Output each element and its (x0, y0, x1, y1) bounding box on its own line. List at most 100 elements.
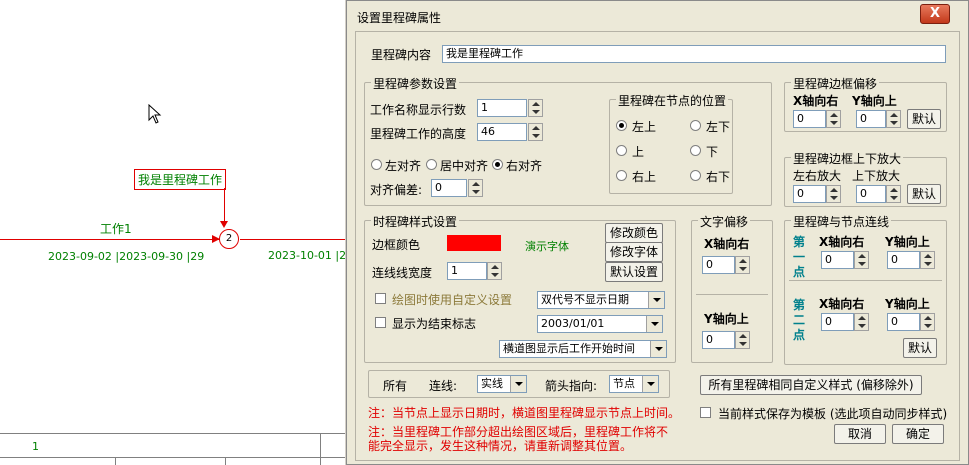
grid-line (115, 457, 116, 465)
align-left-radio[interactable] (371, 159, 382, 170)
position-group: 里程碑在节点的位置 左上 左下 上 下 右上 右下 (609, 92, 733, 194)
pos-top-radio[interactable] (616, 145, 627, 156)
text-offset-title: 文字偏移 (698, 213, 751, 230)
node-link-default-button[interactable]: 默认 (903, 338, 937, 358)
arrow-direction-select[interactable]: 节点 (609, 375, 659, 393)
network-node[interactable]: 2 (219, 229, 239, 249)
p1-y-input[interactable]: 0 (887, 251, 920, 269)
p1-x-label: X轴向右 (819, 235, 865, 249)
node-link-divider (789, 280, 942, 281)
save-template-checkbox[interactable] (700, 407, 711, 418)
custom-settings-checkbox[interactable] (375, 293, 386, 304)
border-offset-group: 里程碑边框偏移 X轴向右 Y轴向上 0 0 默认 (784, 75, 947, 132)
date-mode-select[interactable]: 双代号不显示日期 (537, 291, 665, 309)
ok-button[interactable]: 确定 (892, 424, 944, 444)
pos-top-label: 上 (632, 145, 645, 159)
border-offset-y-input[interactable]: 0 (856, 110, 886, 128)
content-input[interactable]: 我是里程碑工作 (442, 45, 946, 63)
border-offset-default-button[interactable]: 默认 (907, 109, 941, 129)
date-select[interactable]: 2003/01/01 (537, 315, 663, 333)
content-label: 里程碑内容 (371, 48, 432, 62)
offset-label: 对齐偏差: (370, 183, 423, 197)
modify-font-button[interactable]: 修改字体 (605, 242, 663, 262)
p1-x-spinner[interactable] (854, 251, 869, 269)
rows-input[interactable]: 1 (477, 99, 527, 117)
line-arrow-bar: 所有 连线: 实线 箭头指向: 节点 (368, 370, 670, 398)
arrow-label: 箭头指向: (545, 379, 598, 393)
line-width-spinner[interactable] (487, 262, 502, 280)
drawing-canvas[interactable]: 2 工作1 2023-09-02 |2023-09-30 |29 2023-10… (0, 0, 353, 465)
border-color-swatch[interactable] (447, 235, 501, 251)
line-style-select[interactable]: 实线 (477, 375, 527, 393)
line-width-input[interactable]: 1 (447, 262, 487, 280)
border-scale-ud-spinner[interactable] (886, 185, 901, 203)
p2-y-spinner[interactable] (920, 313, 935, 331)
border-scale-ud-label: 上下放大 (852, 169, 901, 183)
text-offset-x-label: X轴向右 (704, 237, 750, 251)
border-offset-x-input[interactable]: 0 (793, 110, 826, 128)
pos-top-left-label: 左上 (632, 120, 657, 134)
rows-spinner[interactable] (528, 99, 543, 117)
border-offset-x-spinner[interactable] (826, 110, 841, 128)
border-offset-title: 里程碑边框偏移 (791, 75, 880, 92)
p2-x-input[interactable]: 0 (821, 313, 854, 331)
pos-top-right-label: 右上 (632, 170, 657, 184)
custom-settings-label: 绘图时使用自定义设置 (392, 293, 513, 307)
milestone-connector-h (224, 188, 225, 224)
pos-bottom-radio[interactable] (690, 145, 701, 156)
modify-color-button[interactable]: 修改颜色 (605, 223, 663, 243)
grid-line (225, 457, 226, 465)
text-offset-x-input[interactable]: 0 (702, 256, 735, 274)
border-color-label: 边框颜色 (372, 238, 421, 252)
p1-y-spinner[interactable] (920, 251, 935, 269)
pos-bottom-right-radio[interactable] (690, 170, 701, 181)
offset-input[interactable]: 0 (431, 179, 467, 197)
note-1: 注：当节点上显示日期时，横道图里程碑显示节点上时间。 (368, 406, 681, 420)
p1-x-input[interactable]: 0 (821, 251, 854, 269)
milestone-properties-dialog: 设置里程碑属性 X 里程碑内容 我是里程碑工作 里程碑参数设置 工作名称显示行数… (346, 0, 969, 465)
show-end-checkbox[interactable] (375, 317, 386, 328)
border-scale-ud-input[interactable]: 0 (856, 185, 886, 203)
border-scale-default-button[interactable]: 默认 (907, 184, 941, 204)
task-label: 工作1 (100, 222, 132, 236)
same-style-button[interactable]: 所有里程碑相同自定义样式 (偏移除外) (700, 375, 922, 395)
pos-top-left-radio[interactable] (616, 120, 627, 131)
task-dates-left: 2023-09-02 |2023-09-30 |29 (48, 250, 205, 263)
p2-x-spinner[interactable] (854, 313, 869, 331)
text-offset-y-spinner[interactable] (735, 331, 750, 349)
pos-bottom-left-label: 左下 (706, 120, 731, 134)
border-scale-lr-spinner[interactable] (826, 185, 841, 203)
task-dates-right: 2023-10-01 |20 (268, 249, 354, 262)
height-label: 里程碑工作的高度 (370, 127, 467, 141)
border-offset-y-spinner[interactable] (886, 110, 901, 128)
grid-line (320, 433, 321, 465)
text-offset-group: 文字偏移 X轴向右 0 Y轴向上 0 (691, 213, 773, 363)
bar-chart-select[interactable]: 横道图显示后工作开始时间 (499, 340, 667, 358)
pos-bottom-left-radio[interactable] (690, 120, 701, 131)
show-end-label: 显示为结束标志 (392, 317, 477, 331)
height-spinner[interactable] (528, 123, 543, 141)
row-number: 1 (32, 440, 39, 453)
offset-spinner[interactable] (468, 179, 483, 197)
milestone-label[interactable]: 我是里程碑工作 (134, 169, 227, 190)
pos-top-right-radio[interactable] (616, 170, 627, 181)
border-scale-lr-input[interactable]: 0 (793, 185, 826, 203)
align-right-radio[interactable] (492, 159, 503, 170)
text-offset-x-spinner[interactable] (735, 256, 750, 274)
point2-label: 第二点 (793, 298, 806, 342)
close-button[interactable]: X (920, 4, 950, 24)
grid-line (0, 457, 346, 458)
pos-bottom-label: 下 (706, 145, 719, 159)
height-input[interactable]: 46 (477, 123, 527, 141)
line-label: 连线: (429, 379, 458, 393)
node-link-title: 里程碑与节点连线 (791, 213, 892, 230)
text-offset-y-input[interactable]: 0 (702, 331, 735, 349)
cancel-button[interactable]: 取消 (834, 424, 886, 444)
params-group-title: 里程碑参数设置 (371, 75, 460, 92)
align-center-radio[interactable] (426, 159, 437, 170)
default-settings-button[interactable]: 默认设置 (605, 262, 663, 282)
params-group: 里程碑参数设置 工作名称显示行数 1 里程碑工作的高度 46 左对齐 居中对齐 … (364, 75, 772, 206)
p2-y-input[interactable]: 0 (887, 313, 920, 331)
dialog-titlebar[interactable]: 设置里程碑属性 X (347, 1, 968, 31)
border-scale-group: 里程碑边框上下放大 左右放大 上下放大 0 0 默认 (784, 150, 947, 207)
